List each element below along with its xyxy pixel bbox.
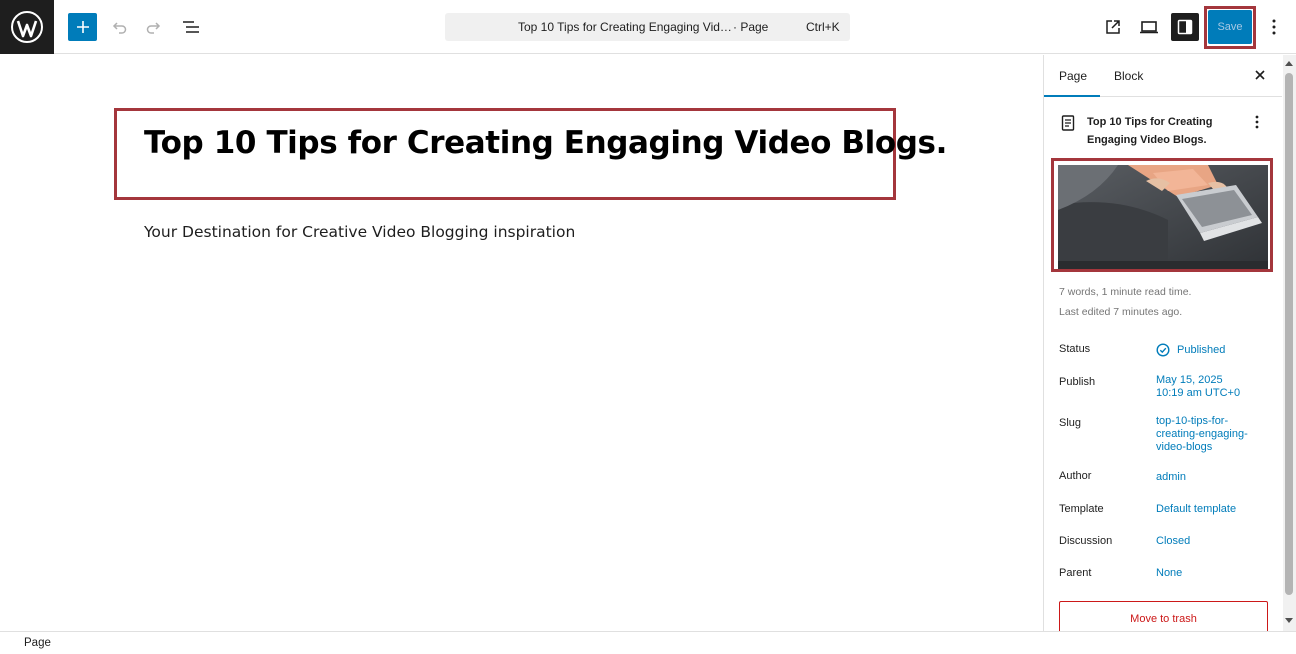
laptop-typing-photo — [1058, 165, 1268, 269]
page-summary-title: Top 10 Tips for Creating Engaging Video … — [1087, 116, 1213, 146]
publish-time: 10:19 am UTC+0 — [1156, 387, 1241, 399]
more-vertical-icon — [1255, 115, 1259, 129]
settings-sidebar: Page Block Top 10 Tips for Creating Enga… — [1043, 55, 1296, 631]
desktop-preview-icon — [1140, 21, 1158, 34]
undo-button[interactable] — [105, 13, 133, 41]
document-bar[interactable]: Top 10 Tips for Creating Engaging Vid… ·… — [445, 13, 850, 41]
command-palette-shortcut: Ctrl+K — [806, 20, 840, 34]
close-sidebar-button[interactable] — [1251, 66, 1269, 84]
slug-line-1: top-10-tips-for- — [1156, 415, 1229, 427]
editor-canvas: Top 10 Tips for Creating Engaging Video … — [0, 55, 1043, 631]
undo-icon — [112, 22, 127, 34]
redo-icon — [146, 22, 161, 34]
close-icon — [1255, 70, 1265, 80]
move-to-trash-button[interactable]: Move to trash — [1059, 601, 1268, 631]
slug-line-3: video-blogs — [1156, 441, 1213, 453]
slug-label: Slug — [1059, 417, 1082, 429]
editor-top-toolbar: Top 10 Tips for Creating Engaging Vid… ·… — [0, 0, 1296, 54]
active-tab-indicator — [1044, 95, 1100, 97]
parent-label: Parent — [1059, 567, 1092, 579]
sidebar-scrollbar[interactable] — [1283, 55, 1296, 631]
paragraph-block[interactable]: Your Destination for Creative Video Blog… — [144, 223, 575, 241]
parent-value[interactable]: None — [1156, 567, 1182, 580]
page-actions-button[interactable] — [1249, 113, 1265, 131]
scroll-up-arrow-icon[interactable] — [1285, 61, 1293, 66]
preview-button[interactable] — [1135, 13, 1163, 41]
discussion-value[interactable]: Closed — [1156, 535, 1190, 548]
publish-date: May 15, 2025 — [1156, 374, 1223, 386]
external-link-icon — [1106, 20, 1120, 34]
tab-page[interactable]: Page — [1059, 69, 1087, 83]
redo-button[interactable] — [140, 13, 168, 41]
sidebar-tabs: Page Block — [1044, 55, 1282, 97]
post-title[interactable]: Top 10 Tips for Creating Engaging Video … — [144, 125, 947, 161]
template-label: Template — [1059, 503, 1104, 515]
settings-toggle-button[interactable] — [1171, 13, 1199, 41]
published-check-icon — [1156, 343, 1170, 357]
view-page-button[interactable] — [1099, 13, 1127, 41]
slug-button[interactable]: top-10-tips-for- creating-engaging- vide… — [1156, 415, 1248, 454]
document-bar-kind: · Page — [733, 20, 769, 34]
template-value[interactable]: Default template — [1156, 503, 1236, 516]
sidebar-settings-icon — [1177, 19, 1193, 35]
scroll-thumb[interactable] — [1285, 73, 1293, 595]
list-view-button[interactable] — [177, 13, 205, 41]
breadcrumb[interactable]: Page — [24, 637, 51, 649]
options-button[interactable] — [1260, 13, 1288, 41]
word-count: 7 words, 1 minute read time. — [1059, 286, 1192, 298]
slug-line-2: creating-engaging- — [1156, 428, 1248, 440]
featured-image[interactable] — [1058, 165, 1268, 269]
wordpress-icon[interactable] — [0, 0, 54, 54]
save-button[interactable]: Save — [1208, 10, 1252, 44]
author-label: Author — [1059, 470, 1092, 482]
status-value-button[interactable]: Published — [1156, 343, 1225, 357]
page-document-icon — [1061, 115, 1075, 131]
publish-date-button[interactable]: May 15, 2025 10:19 am UTC+0 — [1156, 374, 1240, 400]
status-label: Status — [1059, 343, 1091, 355]
list-view-icon — [183, 21, 199, 33]
tab-block[interactable]: Block — [1114, 69, 1143, 83]
block-breadcrumb-bar: Page — [0, 631, 1296, 654]
add-block-button[interactable] — [68, 13, 97, 41]
publish-label: Publish — [1059, 376, 1096, 388]
document-bar-title: Top 10 Tips for Creating Engaging Vid… — [518, 20, 732, 34]
plus-icon — [76, 21, 89, 33]
status-value: Published — [1177, 343, 1226, 356]
more-vertical-icon — [1272, 19, 1276, 35]
author-value[interactable]: admin — [1156, 471, 1186, 484]
last-edited: Last edited 7 minutes ago. — [1059, 306, 1183, 318]
scroll-down-arrow-icon[interactable] — [1285, 618, 1293, 623]
discussion-label: Discussion — [1059, 535, 1113, 547]
